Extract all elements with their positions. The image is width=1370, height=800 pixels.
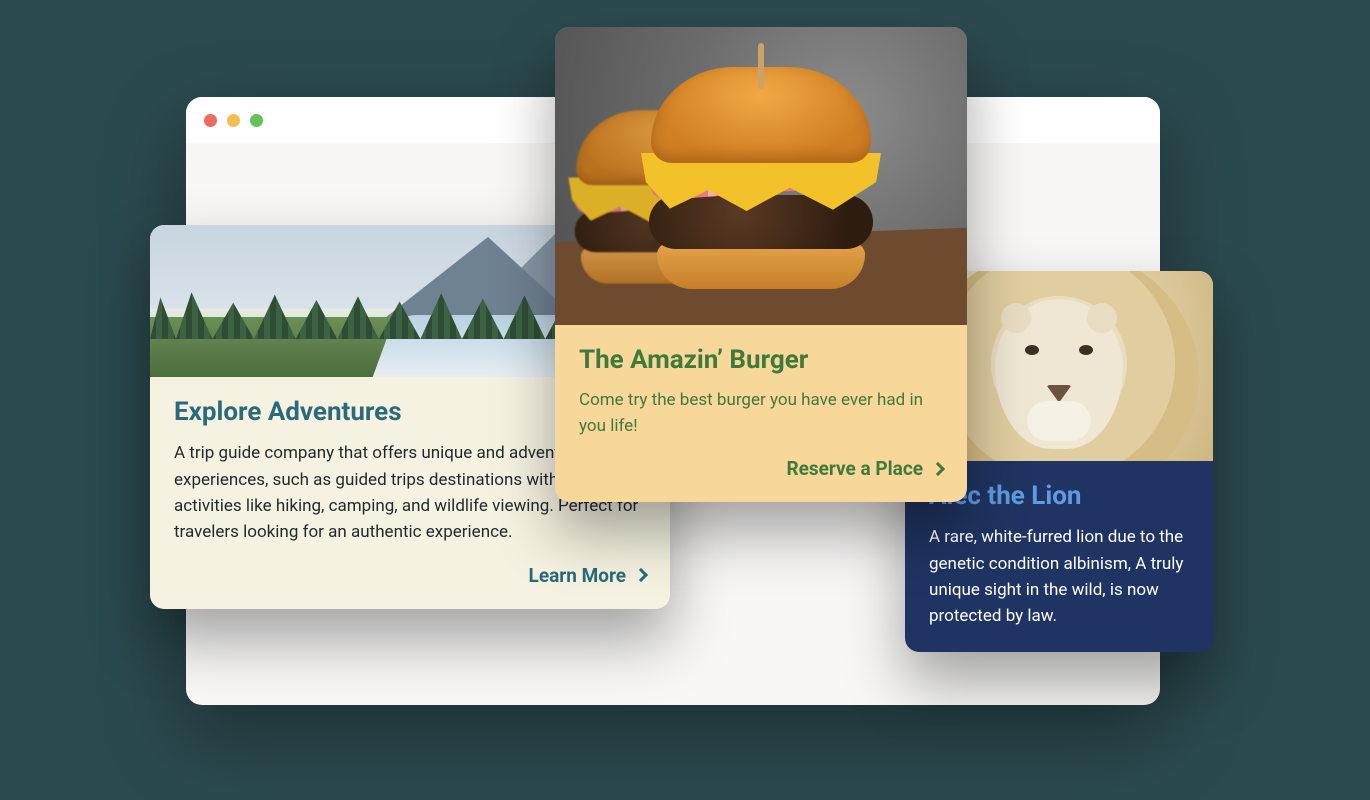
reserve-place-button[interactable]: Reserve a Place [579, 457, 943, 480]
traffic-light-close-icon[interactable] [204, 114, 217, 127]
card-burger-title: The Amazin’ Burger [579, 345, 943, 376]
card-burger-body: The Amazin’ Burger Come try the best bur… [555, 325, 967, 502]
traffic-light-zoom-icon[interactable] [250, 114, 263, 127]
card-burger[interactable]: The Amazin’ Burger Come try the best bur… [555, 27, 967, 502]
chevron-right-icon [634, 568, 648, 582]
learn-more-button[interactable]: Learn More [174, 564, 646, 587]
card-lion-title: Alec the Lion [929, 481, 1189, 512]
card-lion-desc: A rare, white-furred lion due to the gen… [929, 524, 1189, 629]
chevron-right-icon [931, 462, 945, 476]
card-burger-image [555, 27, 967, 325]
learn-more-label: Learn More [529, 564, 626, 587]
reserve-place-label: Reserve a Place [786, 457, 923, 480]
burger-photo-icon [555, 27, 967, 325]
card-burger-desc: Come try the best burger you have ever h… [579, 388, 943, 439]
stage: Alec the Lion A rare, white-furred lion … [0, 0, 1370, 800]
traffic-light-minimize-icon[interactable] [227, 114, 240, 127]
